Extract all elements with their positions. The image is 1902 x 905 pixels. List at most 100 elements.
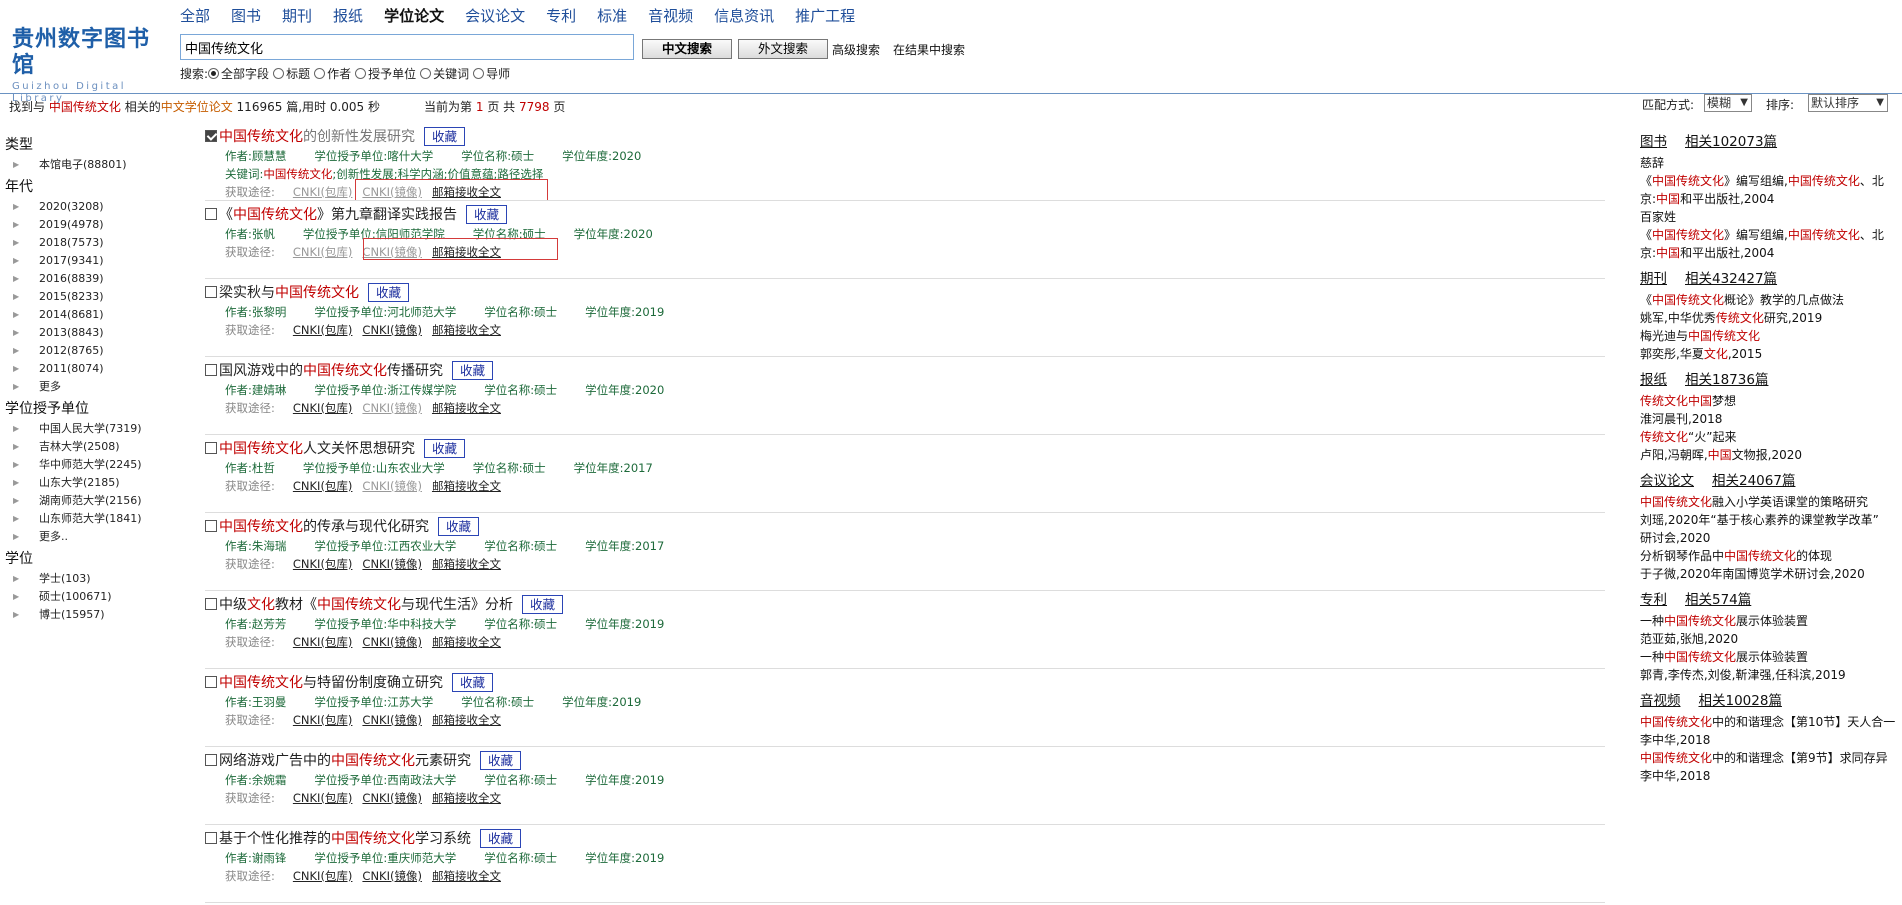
collect-button[interactable]: 收藏 — [438, 516, 480, 536]
related-line[interactable]: 郭奕彤,华夏文化,2015 — [1640, 345, 1902, 363]
related-line[interactable]: 范亚茹,张旭,2020 — [1640, 630, 1902, 648]
facet-item[interactable]: ▶ 2014(8681) — [5, 306, 195, 324]
collect-button[interactable]: 收藏 — [466, 204, 508, 224]
cnki-package-link[interactable]: CNKI(包库) — [293, 633, 353, 651]
related-section-header[interactable]: 期刊 相关432427篇 — [1640, 269, 1902, 289]
collect-button[interactable]: 收藏 — [424, 438, 466, 458]
related-line[interactable]: 中国传统文化中的和谐理念【第10节】天人合一 — [1640, 713, 1902, 731]
facet-item[interactable]: ▶ 2018(7573) — [5, 234, 195, 252]
select-checkbox[interactable] — [205, 520, 217, 532]
facet-item[interactable]: ▶ 吉林大学(2508) — [5, 438, 195, 456]
facet-item[interactable]: ▶ 学士(103) — [5, 570, 195, 588]
related-line[interactable]: 中国传统文化融入小学英语课堂的策略研究 — [1640, 493, 1902, 511]
cnki-mirror-link[interactable]: CNKI(镜像) — [362, 321, 422, 339]
cnki-mirror-link[interactable]: CNKI(镜像) — [362, 399, 422, 417]
nav-item[interactable]: 学位论文 — [384, 5, 444, 27]
select-checkbox[interactable] — [205, 832, 217, 844]
facet-item[interactable]: ▶ 本馆电子(88801) — [5, 156, 195, 174]
collect-button[interactable]: 收藏 — [368, 282, 410, 302]
facet-item[interactable]: ▶ 博士(15957) — [5, 606, 195, 624]
related-line[interactable]: 李中华,2018 — [1640, 767, 1902, 785]
select-checkbox[interactable] — [205, 130, 217, 142]
nav-item[interactable]: 标准 — [597, 5, 627, 27]
select-checkbox[interactable] — [205, 754, 217, 766]
cnki-package-link[interactable]: CNKI(包库) — [293, 711, 353, 729]
result-title-link[interactable]: 网络游戏广告中的中国传统文化元素研究 — [219, 750, 471, 770]
related-line[interactable]: 分析钢琴作品中中国传统文化的体现 — [1640, 547, 1902, 565]
foreign-search-button[interactable]: 外文搜索 — [738, 39, 828, 59]
chinese-search-button[interactable]: 中文搜索 — [642, 39, 732, 59]
nav-item[interactable]: 推广工程 — [795, 5, 855, 27]
nav-item[interactable]: 专利 — [546, 5, 576, 27]
nav-item[interactable]: 图书 — [231, 5, 261, 27]
nav-item[interactable]: 音视频 — [648, 5, 693, 27]
cnki-mirror-link[interactable]: CNKI(镜像) — [362, 789, 422, 807]
result-title-link[interactable]: 中国传统文化的创新性发展研究 — [219, 126, 415, 146]
result-title-link[interactable]: 梁实秋与中国传统文化 — [219, 282, 359, 302]
cnki-mirror-link[interactable]: CNKI(镜像) — [362, 867, 422, 885]
related-line[interactable]: 郭青,李传杰,刘俊,靳津强,任科滨,2019 — [1640, 666, 1902, 684]
nav-item[interactable]: 信息资讯 — [714, 5, 774, 27]
cnki-package-link[interactable]: CNKI(包库) — [293, 555, 353, 573]
result-title-link[interactable]: 《中国传统文化》第九章翻译实践报告 — [219, 204, 457, 224]
email-fulltext-link[interactable]: 邮箱接收全文 — [432, 789, 501, 807]
facet-item[interactable]: ▶ 山东大学(2185) — [5, 474, 195, 492]
collect-button[interactable]: 收藏 — [452, 360, 494, 380]
related-line[interactable]: 《中国传统文化概论》教学的几点做法 — [1640, 291, 1902, 309]
scope-radio[interactable]: 授予单位 — [355, 65, 416, 82]
cnki-package-link[interactable]: CNKI(包库) — [293, 321, 353, 339]
related-line[interactable]: 《中国传统文化》编写组编,中国传统文化、北 — [1640, 226, 1902, 244]
facet-item[interactable]: ▶ 2011(8074) — [5, 360, 195, 378]
collect-button[interactable]: 收藏 — [480, 828, 522, 848]
related-line[interactable]: 卢阳,冯朝晖,中国文物报,2020 — [1640, 446, 1902, 464]
cnki-package-link[interactable]: CNKI(包库) — [293, 477, 353, 495]
scope-radio[interactable]: 标题 — [273, 65, 310, 82]
related-line[interactable]: 姚军,中华优秀传统文化研究,2019 — [1640, 309, 1902, 327]
related-line[interactable]: 刘瑶,2020年“基于核心素养的课堂教学改革” — [1640, 511, 1902, 529]
related-line[interactable]: 李中华,2018 — [1640, 731, 1902, 749]
nav-item[interactable]: 报纸 — [333, 5, 363, 27]
result-title-link[interactable]: 中国传统文化的传承与现代化研究 — [219, 516, 429, 536]
email-fulltext-link[interactable]: 邮箱接收全文 — [432, 321, 501, 339]
collect-button[interactable]: 收藏 — [424, 126, 466, 146]
related-line[interactable]: 京:中国和平出版社,2004 — [1640, 244, 1902, 262]
related-line[interactable]: 传统文化中国梦想 — [1640, 392, 1902, 410]
select-checkbox[interactable] — [205, 286, 217, 298]
result-title-link[interactable]: 基于个性化推荐的中国传统文化学习系统 — [219, 828, 471, 848]
keyword[interactable]: 价值意蕴 — [448, 167, 494, 181]
related-section-header[interactable]: 报纸 相关18736篇 — [1640, 370, 1902, 390]
cnki-mirror-link[interactable]: CNKI(镜像) — [362, 555, 422, 573]
scope-radio[interactable]: 导师 — [473, 65, 510, 82]
facet-item[interactable]: ▶ 更多 — [5, 378, 195, 396]
collect-button[interactable]: 收藏 — [480, 750, 522, 770]
sort-select[interactable]: 默认排序 ▼ — [1808, 94, 1888, 112]
collect-button[interactable]: 收藏 — [522, 594, 564, 614]
related-section-header[interactable]: 专利 相关574篇 — [1640, 590, 1902, 610]
result-title-link[interactable]: 中级文化教材《中国传统文化与现代生活》分析 — [219, 594, 513, 614]
advanced-search-link[interactable]: 高级搜索 — [832, 41, 880, 58]
facet-item[interactable]: ▶ 更多.. — [5, 528, 195, 546]
select-checkbox[interactable] — [205, 442, 217, 454]
select-checkbox[interactable] — [205, 598, 217, 610]
search-within-results-link[interactable]: 在结果中搜索 — [893, 41, 965, 58]
email-fulltext-link[interactable]: 邮箱接收全文 — [432, 711, 501, 729]
match-mode-select[interactable]: 模糊 ▼ — [1704, 94, 1752, 112]
nav-item[interactable]: 全部 — [180, 5, 210, 27]
select-checkbox[interactable] — [205, 676, 217, 688]
related-line[interactable]: 于子微,2020年南国博览学术研讨会,2020 — [1640, 565, 1902, 583]
related-line[interactable]: 淮河晨刊,2018 — [1640, 410, 1902, 428]
facet-item[interactable]: ▶ 硕士(100671) — [5, 588, 195, 606]
related-line[interactable]: 百家姓 — [1640, 208, 1902, 226]
email-fulltext-link[interactable]: 邮箱接收全文 — [432, 243, 501, 261]
related-section-header[interactable]: 音视频 相关10028篇 — [1640, 691, 1902, 711]
cnki-mirror-link[interactable]: CNKI(镜像) — [362, 711, 422, 729]
cnki-mirror-link[interactable]: CNKI(镜像) — [362, 633, 422, 651]
result-title-link[interactable]: 中国传统文化人文关怀思想研究 — [219, 438, 415, 458]
cnki-package-link[interactable]: CNKI(包库) — [293, 789, 353, 807]
email-fulltext-link[interactable]: 邮箱接收全文 — [432, 183, 501, 201]
email-fulltext-link[interactable]: 邮箱接收全文 — [432, 399, 501, 417]
email-fulltext-link[interactable]: 邮箱接收全文 — [432, 867, 501, 885]
cnki-package-link[interactable]: CNKI(包库) — [293, 183, 353, 201]
scope-radio[interactable]: 作者 — [314, 65, 351, 82]
nav-item[interactable]: 期刊 — [282, 5, 312, 27]
